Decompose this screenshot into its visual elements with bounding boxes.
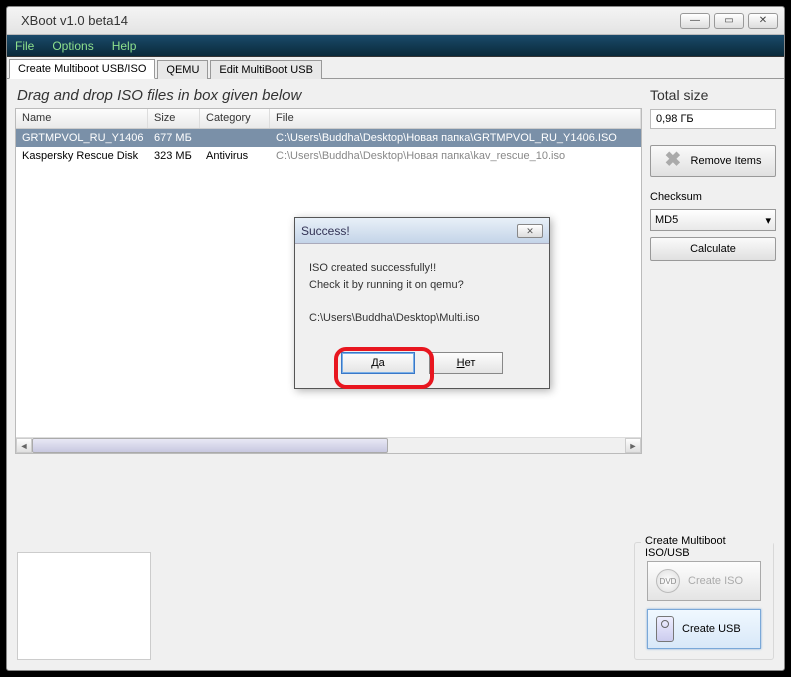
col-name[interactable]: Name: [16, 109, 148, 128]
dialog-path: C:\Users\Buddha\Desktop\Multi.iso: [309, 310, 535, 327]
dialog-buttons: Да Нет: [295, 342, 549, 388]
cell-category: Antivirus: [200, 148, 270, 164]
col-file[interactable]: File: [270, 109, 641, 128]
usb-icon: [656, 616, 674, 642]
dialog-close-button[interactable]: ✕: [517, 224, 543, 238]
right-panel: Total size 0,98 ГБ ✖ Remove Items Checks…: [650, 87, 776, 454]
create-group: Create Multiboot ISO/USB DVD Create ISO …: [634, 542, 774, 660]
checksum-value: MD5: [655, 214, 678, 226]
drag-drop-label: Drag and drop ISO files in box given bel…: [15, 87, 642, 104]
menubar: File Options Help: [7, 35, 784, 57]
dialog-no-button[interactable]: Нет: [429, 352, 503, 374]
dialog-title: Success!: [301, 224, 350, 238]
scroll-left-button[interactable]: ◄: [16, 438, 32, 453]
calculate-label: Calculate: [690, 243, 736, 255]
cell-size: 323 МБ: [148, 148, 200, 164]
cell-name: GRTMPVOL_RU_Y1406: [16, 130, 148, 146]
table-row[interactable]: GRTMPVOL_RU_Y1406 677 МБ C:\Users\Buddha…: [16, 129, 641, 147]
x-icon: ✖: [665, 151, 685, 171]
window-title: XBoot v1.0 beta14: [21, 13, 128, 28]
table-header: Name Size Category File: [16, 109, 641, 129]
scroll-thumb[interactable]: [32, 438, 388, 453]
tab-edit-multiboot[interactable]: Edit MultiBoot USB: [210, 60, 322, 79]
scroll-track[interactable]: [32, 438, 625, 453]
bottom-row: Create Multiboot ISO/USB DVD Create ISO …: [17, 542, 774, 660]
cell-category: [200, 136, 270, 140]
dialog-line2: Check it by running it on qemu?: [309, 277, 535, 294]
table-row[interactable]: Kaspersky Rescue Disk 323 МБ Antivirus C…: [16, 147, 641, 165]
checksum-label: Checksum: [650, 191, 776, 203]
preview-box: [17, 552, 151, 660]
dvd-icon: DVD: [656, 569, 680, 593]
cell-file: C:\Users\Buddha\Desktop\Новая папка\kav_…: [270, 148, 641, 164]
total-size-value: 0,98 ГБ: [650, 109, 776, 129]
col-category[interactable]: Category: [200, 109, 270, 128]
titlebar[interactable]: XBoot v1.0 beta14 — ▭ ✕: [7, 7, 784, 35]
success-dialog: Success! ✕ ISO created successfully!! Ch…: [294, 217, 550, 389]
create-iso-label: Create ISO: [688, 575, 743, 587]
menu-options[interactable]: Options: [52, 39, 93, 53]
dialog-body: ISO created successfully!! Check it by r…: [295, 244, 549, 342]
remove-items-button[interactable]: ✖ Remove Items: [650, 145, 776, 177]
group-label: Create Multiboot ISO/USB: [641, 535, 773, 559]
total-size-label: Total size: [650, 87, 776, 103]
dialog-titlebar[interactable]: Success! ✕: [295, 218, 549, 244]
dialog-line1: ISO created successfully!!: [309, 260, 535, 277]
window-controls: — ▭ ✕: [680, 13, 778, 29]
tab-create-multiboot[interactable]: Create Multiboot USB/ISO: [9, 59, 155, 79]
col-size[interactable]: Size: [148, 109, 200, 128]
horizontal-scrollbar[interactable]: ◄ ►: [16, 437, 641, 453]
maximize-button[interactable]: ▭: [714, 13, 744, 29]
minimize-button[interactable]: —: [680, 13, 710, 29]
chevron-down-icon: ▾: [765, 214, 771, 227]
close-button[interactable]: ✕: [748, 13, 778, 29]
remove-label: Remove Items: [691, 155, 762, 167]
tabstrip: Create Multiboot USB/ISO QEMU Edit Multi…: [7, 57, 784, 79]
cell-name: Kaspersky Rescue Disk: [16, 148, 148, 164]
cell-size: 677 МБ: [148, 130, 200, 146]
dialog-yes-button[interactable]: Да: [341, 352, 415, 374]
create-usb-label: Create USB: [682, 623, 741, 635]
calculate-button[interactable]: Calculate: [650, 237, 776, 261]
menu-help[interactable]: Help: [112, 39, 137, 53]
create-iso-button[interactable]: DVD Create ISO: [647, 561, 761, 601]
scroll-right-button[interactable]: ►: [625, 438, 641, 453]
cell-file: C:\Users\Buddha\Desktop\Новая папка\GRTM…: [270, 130, 641, 146]
checksum-select[interactable]: MD5 ▾: [650, 209, 776, 231]
tab-qemu[interactable]: QEMU: [157, 60, 208, 79]
create-usb-button[interactable]: Create USB: [647, 609, 761, 649]
menu-file[interactable]: File: [15, 39, 34, 53]
